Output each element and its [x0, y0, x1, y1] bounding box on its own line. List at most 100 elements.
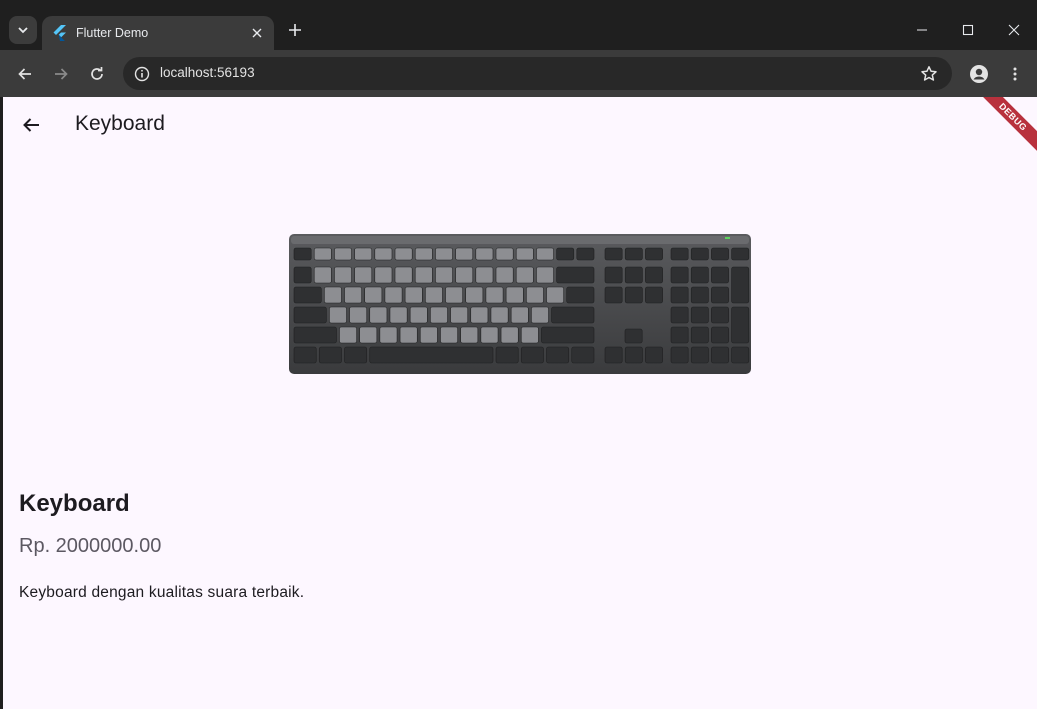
- keycap: [711, 346, 729, 364]
- browser-titlebar: Flutter Demo: [0, 0, 1037, 50]
- keycap: [293, 286, 322, 304]
- keycap: [394, 266, 413, 284]
- keycap: [536, 247, 554, 261]
- keycap: [645, 346, 663, 364]
- keycap: [293, 266, 312, 284]
- keycap: [419, 326, 438, 344]
- profile-button[interactable]: [965, 60, 993, 88]
- url-text[interactable]: localhost:56193: [160, 65, 255, 80]
- keycap: [450, 306, 469, 324]
- keycap: [604, 346, 623, 364]
- keycap: [369, 306, 388, 324]
- site-info-icon[interactable]: [133, 65, 150, 82]
- keycap: [344, 286, 363, 304]
- tab-search-button[interactable]: [9, 16, 37, 44]
- more-vert-icon: [1013, 67, 1017, 81]
- product-name: Keyboard: [19, 490, 130, 517]
- keycap: [711, 266, 729, 284]
- keycap: [369, 346, 494, 364]
- keycap: [374, 266, 393, 284]
- keycap: [576, 247, 595, 261]
- keycap: [344, 346, 368, 364]
- keycap: [526, 286, 544, 304]
- minimize-button[interactable]: [908, 16, 936, 44]
- keycap: [670, 326, 689, 344]
- arrow-left-icon: [18, 68, 31, 80]
- keycap: [624, 266, 643, 284]
- arrow-back-icon: [23, 118, 39, 132]
- keycap: [455, 266, 474, 284]
- keycap: [475, 247, 494, 261]
- keycap: [690, 286, 709, 304]
- bookmark-star-icon[interactable]: [918, 63, 940, 85]
- menu-button[interactable]: [1001, 60, 1029, 88]
- reload-button[interactable]: [83, 60, 111, 88]
- keycap: [531, 306, 549, 324]
- keycap: [435, 247, 453, 261]
- keycap: [624, 247, 643, 261]
- keycap: [349, 306, 368, 324]
- keycap: [313, 266, 332, 284]
- keycap: [670, 266, 689, 284]
- keycap: [359, 326, 378, 344]
- keycap: [455, 247, 474, 261]
- app-back-button[interactable]: [17, 111, 45, 139]
- address-bar[interactable]: localhost:56193: [123, 57, 952, 90]
- keycap: [604, 247, 623, 261]
- app-bar: Keyboard: [3, 97, 1037, 153]
- maximize-button[interactable]: [954, 16, 982, 44]
- keycap: [384, 286, 403, 304]
- keycap: [495, 247, 514, 261]
- keycap: [556, 247, 575, 261]
- keycap: [546, 286, 565, 304]
- browser-tab[interactable]: Flutter Demo: [42, 16, 274, 50]
- back-button[interactable]: [11, 60, 39, 88]
- new-tab-button[interactable]: [284, 19, 306, 41]
- keycap: [334, 247, 352, 261]
- keycap: [670, 286, 689, 304]
- keycap: [329, 306, 347, 324]
- keycap: [495, 346, 519, 364]
- keycap: [435, 266, 453, 284]
- plus-icon: [289, 24, 301, 36]
- keycap: [354, 247, 373, 261]
- maximize-icon: [962, 24, 974, 36]
- keycap: [465, 286, 484, 304]
- keycap: [515, 247, 534, 261]
- forward-button[interactable]: [47, 60, 75, 88]
- keycap: [445, 286, 464, 304]
- minimize-icon: [917, 29, 927, 31]
- app-bar-title: Keyboard: [75, 112, 165, 135]
- keycap: [604, 286, 623, 304]
- keycap: [394, 247, 413, 261]
- close-window-button[interactable]: [1000, 16, 1028, 44]
- keycap: [339, 326, 357, 344]
- keycap: [556, 266, 595, 284]
- keycap: [293, 346, 317, 364]
- chevron-down-icon: [18, 27, 28, 34]
- keycap: [541, 326, 595, 344]
- keycap: [624, 346, 643, 364]
- tab-close-icon[interactable]: [248, 24, 266, 42]
- keycap: [731, 247, 750, 261]
- product-price: Rp. 2000000.00: [19, 535, 162, 557]
- keycap: [690, 266, 709, 284]
- keycap: [318, 346, 342, 364]
- keycap: [313, 247, 332, 261]
- keycap: [414, 266, 433, 284]
- keycap: [645, 247, 663, 261]
- keycap: [500, 326, 519, 344]
- keycap: [645, 286, 663, 304]
- keycap: [571, 346, 595, 364]
- keycap: [425, 286, 443, 304]
- browser-toolbar: localhost:56193: [0, 50, 1037, 97]
- keycap: [711, 306, 729, 324]
- keycap: [711, 326, 729, 344]
- keycap: [430, 306, 448, 324]
- keycap: [475, 266, 494, 284]
- keycap: [670, 346, 689, 364]
- keycap: [404, 286, 423, 304]
- keycap: [460, 326, 479, 344]
- profile-icon: [970, 65, 988, 83]
- keycap: [374, 247, 393, 261]
